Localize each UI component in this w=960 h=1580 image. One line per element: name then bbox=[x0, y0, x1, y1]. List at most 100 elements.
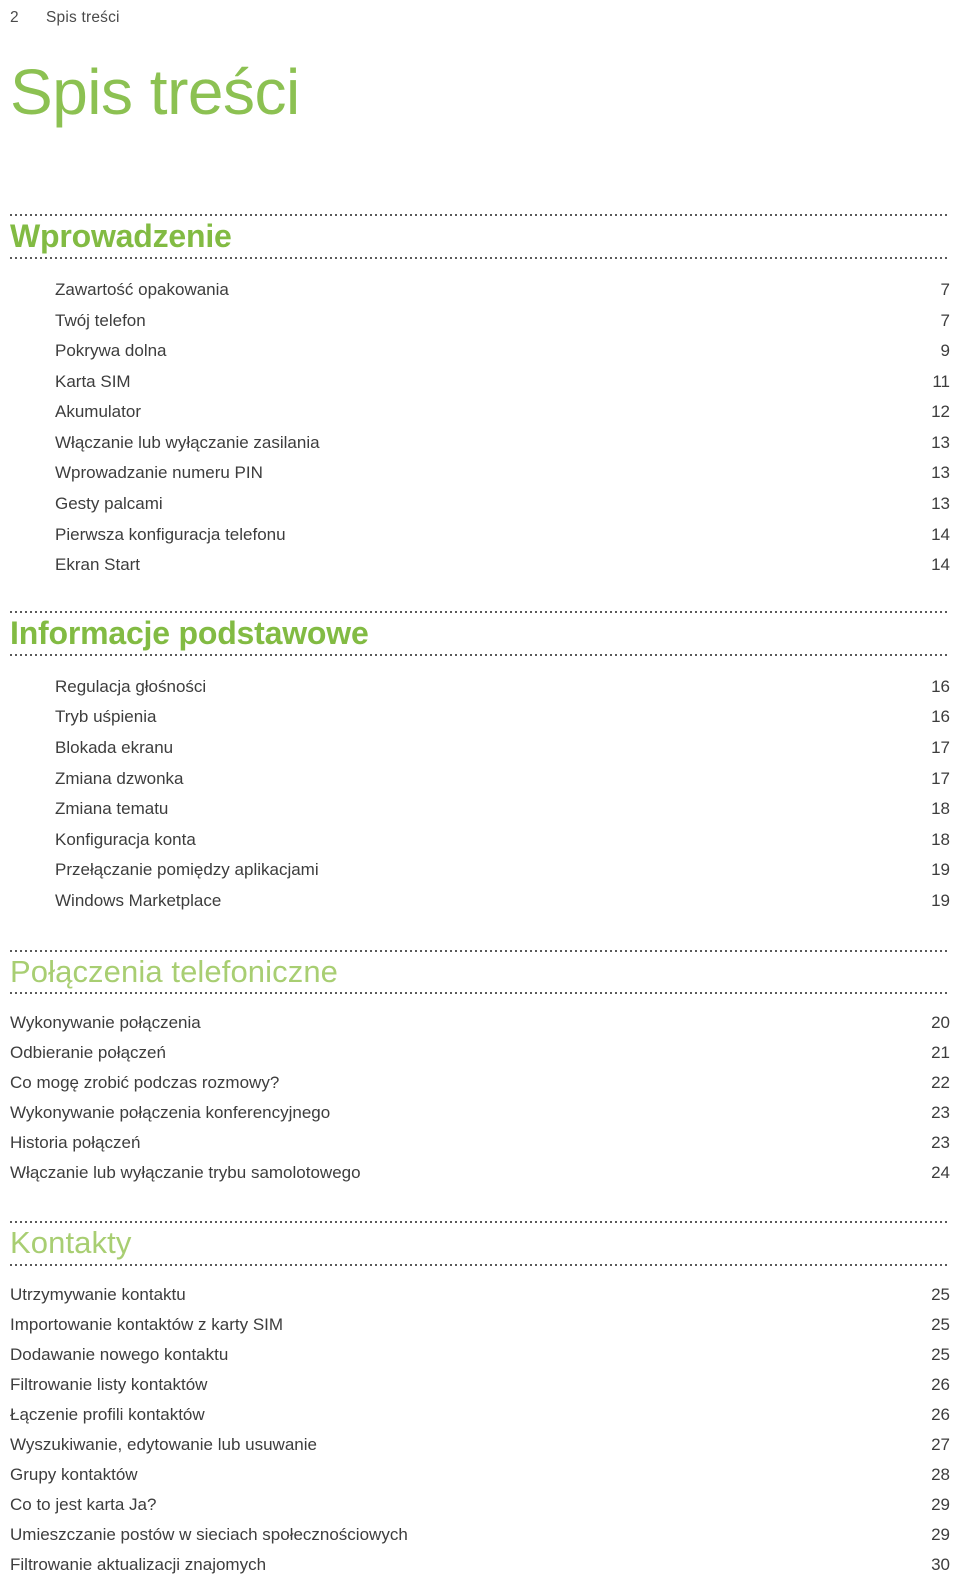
toc-entry-page-number: 26 bbox=[931, 1405, 950, 1425]
toc-entry-page-number: 11 bbox=[932, 371, 950, 391]
dotted-rule-bottom bbox=[10, 1264, 950, 1267]
toc-entry-list: Utrzymywanie kontaktu 25 Importowanie kont… bbox=[10, 1271, 950, 1580]
toc-entry-label: Karta SIM bbox=[55, 371, 131, 391]
toc-entry-label: Tryb uśpienia bbox=[55, 707, 157, 727]
toc-entry-label: Filtrowanie listy kontaktów bbox=[10, 1375, 208, 1395]
section-title[interactable]: Informacje podstawowe bbox=[10, 613, 950, 654]
toc-entry[interactable]: Pierwsza konfiguracja telefonu 14 bbox=[55, 520, 950, 551]
toc-entry-page-number: 14 bbox=[931, 555, 950, 575]
dotted-rule-bottom bbox=[10, 653, 950, 656]
toc-entry-page-number: 13 bbox=[931, 432, 950, 452]
section-heading-block: Informacje podstawowe bbox=[10, 605, 950, 661]
toc-entry-page-number: 7 bbox=[940, 279, 950, 299]
toc-entry[interactable]: Gesty palcami 13 bbox=[55, 489, 950, 520]
toc-entry-label: Włączanie lub wyłączanie zasilania bbox=[55, 432, 320, 452]
toc-entry-page-number: 18 bbox=[931, 829, 950, 849]
toc-entry-page-number: 16 bbox=[931, 707, 950, 727]
toc-entry[interactable]: Tryb uśpienia 16 bbox=[55, 702, 950, 733]
toc-entry-label: Włączanie lub wyłączanie trybu samolotow… bbox=[10, 1163, 361, 1183]
toc-entry-label: Zmiana dzwonka bbox=[55, 768, 184, 788]
toc-entry[interactable]: Regulacja głośności 16 bbox=[55, 672, 950, 703]
toc-entry-label: Zawartość opakowania bbox=[55, 279, 229, 299]
toc-entry[interactable]: Łączenie profili kontaktów 26 bbox=[10, 1400, 950, 1430]
toc-entry[interactable]: Wyszukiwanie, edytowanie lub usuwanie 27 bbox=[10, 1430, 950, 1460]
toc-entry[interactable]: Karta SIM 11 bbox=[55, 367, 950, 398]
toc-section-polaczenia: Połączenia telefoniczne Wykonywanie połąc… bbox=[10, 944, 950, 1189]
toc-entry-label: Pokrywa dolna bbox=[55, 341, 167, 361]
toc-entry[interactable]: Blokada ekranu 17 bbox=[55, 733, 950, 764]
toc-entry-page-number: 24 bbox=[931, 1163, 950, 1183]
running-header: 2 Spis treści bbox=[10, 0, 950, 33]
toc-entry-page-number: 26 bbox=[931, 1375, 950, 1395]
toc-entry[interactable]: Przełączanie pomiędzy aplikacjami 19 bbox=[55, 855, 950, 886]
toc-entry-page-number: 28 bbox=[931, 1465, 950, 1485]
toc-entry-page-number: 25 bbox=[931, 1315, 950, 1335]
toc-entry[interactable]: Wprowadzanie numeru PIN 13 bbox=[55, 458, 950, 489]
toc-entry[interactable]: Importowanie kontaktów z karty SIM 25 bbox=[10, 1310, 950, 1340]
toc-entry[interactable]: Odbieranie połączeń 21 bbox=[10, 1038, 950, 1068]
toc-entry[interactable]: Filtrowanie listy kontaktów 26 bbox=[10, 1370, 950, 1400]
toc-entry[interactable]: Co mogę zrobić podczas rozmowy? 22 bbox=[10, 1068, 950, 1098]
toc-entry-page-number: 20 bbox=[931, 1013, 950, 1033]
toc-entry-label: Filtrowanie aktualizacji znajomych bbox=[10, 1555, 267, 1575]
section-title[interactable]: Połączenia telefoniczne bbox=[10, 952, 950, 993]
toc-entry[interactable]: Utrzymywanie kontaktu 25 bbox=[10, 1280, 950, 1310]
toc-entry-page-number: 18 bbox=[931, 799, 950, 819]
dotted-rule-bottom bbox=[10, 992, 950, 995]
section-title[interactable]: Kontakty bbox=[10, 1223, 950, 1264]
toc-entry-label: Co to jest karta Ja? bbox=[10, 1495, 157, 1515]
toc-entry[interactable]: Włączanie lub wyłączanie zasilania 13 bbox=[55, 428, 950, 459]
toc-entry[interactable]: Zmiana tematu 18 bbox=[55, 794, 950, 825]
toc-entry[interactable]: Twój telefon 7 bbox=[55, 306, 950, 337]
toc-entry-label: Konfiguracja konta bbox=[55, 829, 196, 849]
toc-entry[interactable]: Akumulator 12 bbox=[55, 397, 950, 428]
toc-entry-label: Twój telefon bbox=[55, 310, 146, 330]
toc-entry[interactable]: Windows Marketplace 19 bbox=[55, 886, 950, 917]
toc-entry-page-number: 17 bbox=[931, 768, 950, 788]
toc-entry-label: Historia połączeń bbox=[10, 1133, 141, 1153]
toc-entry-page-number: 17 bbox=[931, 737, 950, 757]
toc-entry-label: Odbieranie połączeń bbox=[10, 1043, 166, 1063]
toc-entry-label: Wprowadzanie numeru PIN bbox=[55, 463, 263, 483]
toc-entry[interactable]: Wykonywanie połączenia konferencyjnego 23 bbox=[10, 1098, 950, 1128]
toc-entry[interactable]: Wykonywanie połączenia 20 bbox=[10, 1008, 950, 1038]
toc-entry-label: Gesty palcami bbox=[55, 494, 163, 514]
toc-entry-page-number: 23 bbox=[931, 1133, 950, 1153]
toc-entry[interactable]: Filtrowanie aktualizacji znajomych 30 bbox=[10, 1550, 950, 1580]
toc-entry-page-number: 13 bbox=[931, 494, 950, 514]
toc-entry[interactable]: Zmiana dzwonka 17 bbox=[55, 764, 950, 795]
toc-entry-list: Zawartość opakowania 7 Twój telefon 7 Pokryw… bbox=[10, 264, 950, 581]
section-title[interactable]: Wprowadzenie bbox=[10, 216, 950, 257]
toc-entry[interactable]: Ekran Start 14 bbox=[55, 550, 950, 581]
toc-entry-page-number: 21 bbox=[931, 1043, 950, 1063]
toc-entry[interactable]: Pokrywa dolna 9 bbox=[55, 336, 950, 367]
toc-entry[interactable]: Historia połączeń 23 bbox=[10, 1128, 950, 1158]
section-heading-block: Połączenia telefoniczne bbox=[10, 944, 950, 1000]
toc-entry-page-number: 25 bbox=[931, 1285, 950, 1305]
toc-entry[interactable]: Co to jest karta Ja? 29 bbox=[10, 1490, 950, 1520]
toc-entry-label: Przełączanie pomiędzy aplikacjami bbox=[55, 860, 319, 880]
toc-entry-label: Utrzymywanie kontaktu bbox=[10, 1285, 186, 1305]
toc-entry-label: Dodawanie nowego kontaktu bbox=[10, 1345, 229, 1365]
toc-entry-label: Co mogę zrobić podczas rozmowy? bbox=[10, 1073, 280, 1093]
toc-entry-list: Wykonywanie połączenia 20 Odbieranie połąc… bbox=[10, 999, 950, 1188]
toc-entry[interactable]: Zawartość opakowania 7 bbox=[55, 275, 950, 306]
toc-entry-page-number: 19 bbox=[931, 890, 950, 910]
toc-entry[interactable]: Dodawanie nowego kontaktu 25 bbox=[10, 1340, 950, 1370]
toc-entry-label: Windows Marketplace bbox=[55, 890, 222, 910]
toc-entry-page-number: 13 bbox=[931, 463, 950, 483]
toc-entry[interactable]: Grupy kontaktów 28 bbox=[10, 1460, 950, 1490]
toc-entry-label: Blokada ekranu bbox=[55, 737, 174, 757]
toc-entry-page-number: 14 bbox=[931, 524, 950, 544]
toc-entry-page-number: 12 bbox=[931, 402, 950, 422]
toc-entry-page-number: 25 bbox=[931, 1345, 950, 1365]
toc-page: 2 Spis treści Spis treści Wprowadzenie Za… bbox=[0, 0, 960, 1574]
toc-entry-label: Wykonywanie połączenia konferencyjnego bbox=[10, 1103, 331, 1123]
toc-entry-page-number: 27 bbox=[931, 1435, 950, 1455]
toc-entry[interactable]: Konfiguracja konta 18 bbox=[55, 825, 950, 856]
page-folio-number: 2 bbox=[10, 9, 19, 26]
toc-entry-label: Wykonywanie połączenia bbox=[10, 1013, 201, 1033]
toc-entry[interactable]: Włączanie lub wyłączanie trybu samolotow… bbox=[10, 1158, 950, 1188]
section-heading-block: Wprowadzenie bbox=[10, 208, 950, 264]
toc-entry-page-number: 19 bbox=[931, 860, 950, 880]
